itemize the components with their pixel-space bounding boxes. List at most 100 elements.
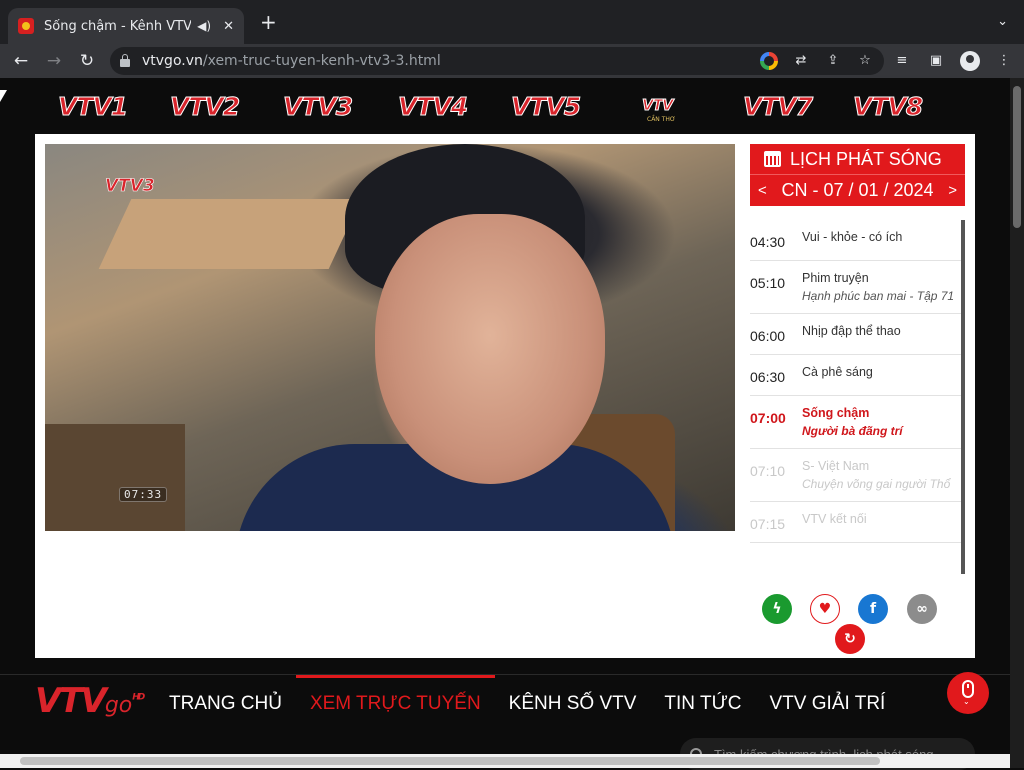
schedule-time: 07:00: [750, 410, 786, 426]
kebab-menu-icon[interactable]: ⋮: [994, 51, 1014, 71]
schedule-program: Nhịp đập thể thao: [802, 324, 901, 338]
schedule-program: Sống chậm: [802, 406, 870, 420]
video-player[interactable]: VTV3 07:33: [45, 144, 735, 531]
vtvgo-logo[interactable]: VTVgoHD: [35, 681, 145, 721]
logo-text: VTV: [35, 681, 107, 721]
channel-vtv1[interactable]: VTV1: [57, 92, 128, 122]
broadcast-schedule: LỊCH PHÁT SÓNG < CN - 07 / 01 / 2024 > 0…: [750, 144, 965, 574]
google-lens-icon[interactable]: [760, 52, 778, 70]
prev-day-button[interactable]: <: [758, 182, 767, 199]
schedule-episode: Người bà đãng trí: [802, 424, 903, 438]
schedule-time: 07:10: [750, 463, 786, 479]
back-arrow-icon[interactable]: ←: [10, 50, 32, 72]
tab-title: Sống chậm - Kênh VTV3-: [44, 18, 192, 34]
profile-avatar-icon[interactable]: [960, 51, 980, 71]
schedule-list[interactable]: 04:30 Vui - khỏe - có ích 05:10 Phim tru…: [750, 220, 965, 574]
vertical-scrollbar-thumb[interactable]: [1013, 86, 1021, 228]
vtv3-watermark: VTV3: [105, 176, 155, 197]
schedule-item[interactable]: 04:30 Vui - khỏe - có ích: [750, 220, 961, 261]
browser-tab[interactable]: Sống chậm - Kênh VTV3- ◀︎) ✕: [8, 8, 244, 44]
vertical-scrollbar[interactable]: [1010, 78, 1024, 768]
replay-icon[interactable]: ↻: [835, 624, 865, 654]
address-bar[interactable]: vtvgo.vn /xem-truc-tuyen-kenh-vtv3-3.htm…: [110, 47, 884, 75]
share-icon[interactable]: ⇪: [824, 52, 842, 70]
scroll-down-button[interactable]: ⌄: [947, 672, 989, 714]
browser-tab-strip: Sống chậm - Kênh VTV3- ◀︎) ✕ + ⌄: [0, 0, 1024, 44]
flash-icon[interactable]: ϟ: [762, 594, 792, 624]
close-tab-icon[interactable]: ✕: [223, 19, 234, 34]
video-timecode: 07:33: [119, 487, 168, 502]
channel-vtv8[interactable]: VTV8: [852, 92, 923, 122]
schedule-program: Cà phê sáng: [802, 365, 873, 379]
schedule-program: Phim truyện: [802, 271, 869, 285]
heart-icon[interactable]: ♥: [810, 594, 840, 624]
translate-icon[interactable]: ⇄: [792, 52, 810, 70]
share-actions: ϟ ♥ f ∞ ↻: [750, 592, 965, 654]
schedule-scrollbar-thumb[interactable]: [961, 240, 965, 300]
vtv-favicon-icon: [18, 18, 34, 34]
schedule-item[interactable]: 07:10 S- Việt Nam Chuyện võng gai người …: [750, 449, 961, 502]
channel-vtv3[interactable]: VTV3: [282, 92, 353, 122]
channel-vtv4[interactable]: VTV4: [397, 92, 468, 122]
logo-go: go: [104, 693, 133, 718]
calendar-icon: [764, 151, 781, 167]
reload-icon[interactable]: ↻: [76, 50, 98, 72]
schedule-item[interactable]: 05:10 Phim truyện Hạnh phúc ban mai - Tậ…: [750, 261, 961, 314]
schedule-episode: Chuyện võng gai người Thổ: [802, 477, 951, 491]
url-host: vtvgo.vn: [142, 53, 203, 69]
schedule-item[interactable]: 07:15 VTV kết nối: [750, 502, 961, 543]
channel-vtv-can-tho[interactable]: VTV: [641, 96, 673, 115]
schedule-time: 04:30: [750, 234, 786, 250]
channel-vtv7[interactable]: VTV7: [742, 92, 813, 122]
video-scene-table: [98, 199, 362, 269]
speaker-icon[interactable]: ◀︎): [197, 19, 211, 33]
schedule-program: S- Việt Nam: [802, 459, 870, 473]
channel-bar: VTV1 VTV2 VTV3 VTV4 VTV5 VTV CẦN THƠ VTV…: [50, 86, 950, 126]
schedule-title: LỊCH PHÁT SÓNG: [790, 148, 942, 169]
nav-xem-truc-tuyen[interactable]: XEM TRỰC TUYẾN: [295, 675, 495, 735]
channel-vtv5[interactable]: VTV5: [510, 92, 581, 122]
side-panel-icon[interactable]: ▣: [926, 51, 946, 71]
schedule-item[interactable]: 06:30 Cà phê sáng: [750, 355, 961, 396]
browser-toolbar: ← → ↻ vtvgo.vn /xem-truc-tuyen-kenh-vtv3…: [0, 44, 1024, 78]
url-path: /xem-truc-tuyen-kenh-vtv3-3.html: [202, 53, 441, 69]
page-viewport: VTV1 VTV2 VTV3 VTV4 VTV5 VTV CẦN THƠ VTV…: [0, 78, 1024, 770]
schedule-program: Vui - khỏe - có ích: [802, 230, 903, 244]
schedule-time: 06:00: [750, 328, 786, 344]
horizontal-scrollbar[interactable]: [0, 754, 1010, 768]
schedule-episode: Hạnh phúc ban mai - Tập 71: [802, 289, 955, 303]
video-scene-person-face: [375, 214, 605, 484]
schedule-item-now-playing[interactable]: 07:00 Sống chậm Người bà đãng trí: [750, 396, 961, 449]
schedule-item[interactable]: 06:00 Nhịp đập thể thao: [750, 314, 961, 355]
media-controls-icon[interactable]: ≡: [892, 51, 912, 71]
channel-vtv2[interactable]: VTV2: [169, 92, 240, 122]
main-content-panel: VTV3 07:33 LỊCH PHÁT SÓNG < CN - 07 / 01…: [35, 134, 975, 658]
video-scene-chair: [45, 424, 185, 531]
schedule-program: VTV kết nối: [802, 512, 867, 526]
bookmark-star-icon[interactable]: ☆: [856, 52, 874, 70]
schedule-time: 07:15: [750, 516, 786, 532]
forward-arrow-icon[interactable]: →: [43, 50, 65, 72]
schedule-time: 06:30: [750, 369, 786, 385]
link-icon[interactable]: ∞: [907, 594, 937, 624]
nav-trang-chu[interactable]: TRANG CHỦ: [155, 675, 296, 735]
lock-icon[interactable]: [120, 54, 130, 67]
chevron-down-icon: ⌄: [963, 697, 970, 706]
schedule-header: LỊCH PHÁT SÓNG: [750, 144, 965, 174]
mouse-icon: [962, 680, 974, 698]
nav-tin-tuc[interactable]: TIN TỨC: [650, 675, 755, 735]
mouse-cursor-icon: [0, 90, 7, 102]
schedule-date: CN - 07 / 01 / 2024: [781, 180, 934, 200]
logo-hd: HD: [132, 692, 145, 703]
schedule-date-nav: < CN - 07 / 01 / 2024 >: [750, 174, 965, 206]
horizontal-scrollbar-thumb[interactable]: [20, 757, 880, 765]
tab-search-chevron-icon[interactable]: ⌄: [997, 14, 1008, 29]
nav-kenh-so-vtv[interactable]: KÊNH SỐ VTV: [495, 675, 651, 735]
facebook-icon[interactable]: f: [858, 594, 888, 624]
schedule-time: 05:10: [750, 275, 786, 291]
nav-vtv-giai-tri[interactable]: VTV GIẢI TRÍ: [756, 675, 900, 735]
new-tab-icon[interactable]: +: [260, 12, 277, 32]
main-menu: TRANG CHỦ XEM TRỰC TUYẾN KÊNH SỐ VTV TIN…: [155, 675, 899, 735]
next-day-button[interactable]: >: [948, 182, 957, 199]
channel-can-tho-sublabel: CẦN THƠ: [647, 116, 676, 123]
